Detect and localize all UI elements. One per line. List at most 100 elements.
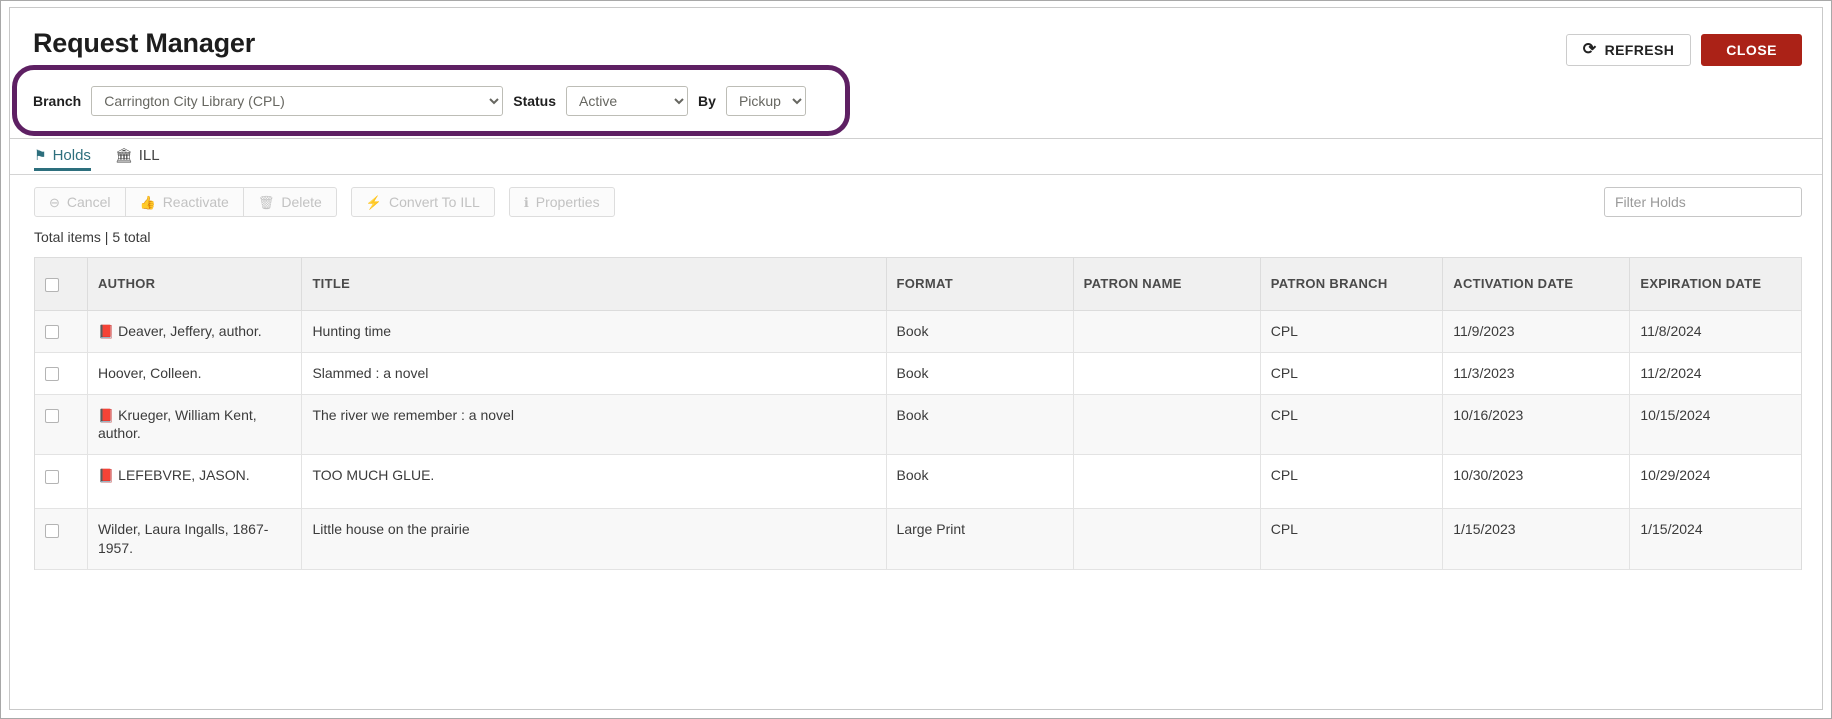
tab-ill[interactable]: 🏛 ILL bbox=[115, 139, 160, 171]
cell-title: Hunting time bbox=[301, 310, 887, 353]
window-content: Request Manager ⟳ REFRESH CLOSE Branch C… bbox=[9, 7, 1823, 710]
row-select-cell bbox=[35, 352, 88, 395]
column-header-expiration-date[interactable]: EXPIRATION DATE bbox=[1629, 258, 1801, 311]
close-button[interactable]: CLOSE bbox=[1701, 34, 1802, 66]
by-label: By bbox=[698, 93, 716, 109]
cell-title: The river we remember : a novel bbox=[301, 394, 887, 456]
cancel-button: ⊖ Cancel bbox=[34, 187, 126, 217]
by-select[interactable]: Pickup bbox=[725, 86, 806, 116]
cell-author-text: Deaver, Jeffery, author. bbox=[118, 322, 262, 339]
select-all-header bbox=[35, 258, 88, 311]
status-label: Status bbox=[513, 93, 557, 109]
cell-patron-branch: CPL bbox=[1260, 310, 1444, 353]
table-row[interactable]: 📕 Deaver, Jeffery, author. Hunting time Boo… bbox=[35, 310, 1801, 353]
properties-button: ℹ Properties bbox=[508, 187, 615, 217]
header-actions: ⟳ REFRESH CLOSE bbox=[1565, 34, 1802, 66]
refresh-circular-arrow-icon: ⟳ bbox=[1582, 41, 1597, 58]
toolbar-zone: ⊖ Cancel 👍 Reactivate 🗑 Delete ⚡ Convert To ILL… bbox=[10, 175, 1822, 227]
column-header-author[interactable]: AUTHOR bbox=[87, 258, 303, 311]
row-checkbox[interactable] bbox=[45, 469, 59, 484]
tab-label: ILL bbox=[138, 146, 160, 164]
tab-holds[interactable]: ⚑ Holds bbox=[34, 139, 91, 171]
row-select-cell bbox=[35, 454, 88, 510]
flag-icon: ⚑ bbox=[34, 147, 47, 163]
column-header-patron-branch[interactable]: PATRON BRANCH bbox=[1260, 258, 1444, 311]
toolbar-button-label: Delete bbox=[281, 194, 322, 210]
cell-author: Wilder, Laura Ingalls, 1867-1957. bbox=[87, 508, 303, 571]
cell-patron-name bbox=[1073, 508, 1261, 571]
column-header-title[interactable]: TITLE bbox=[301, 258, 887, 311]
trash-icon: 🗑 bbox=[257, 194, 275, 210]
cell-author: 📕 LEFEBVRE, JASON. bbox=[87, 454, 303, 510]
book-icon: 📕 bbox=[97, 468, 115, 484]
cell-format: Book bbox=[886, 454, 1074, 510]
filter-bar: Branch Carrington City Library (CPL) Sta… bbox=[33, 86, 806, 116]
tab-label: Holds bbox=[52, 146, 91, 164]
cell-activation-date: 10/30/2023 bbox=[1442, 454, 1631, 510]
cell-patron-branch: CPL bbox=[1260, 394, 1444, 456]
cell-activation-date: 10/16/2023 bbox=[1442, 394, 1631, 456]
toolbar-button-label: Convert To ILL bbox=[389, 194, 480, 210]
toolbar-button-label: Properties bbox=[535, 194, 600, 210]
cell-activation-date: 1/15/2023 bbox=[1442, 508, 1631, 571]
row-select-cell bbox=[35, 508, 88, 571]
table-row[interactable]: Wilder, Laura Ingalls, 1867-1957. Little … bbox=[35, 508, 1801, 571]
table-header-row: AUTHOR TITLE FORMAT PATRON NAME PATRON BRANC… bbox=[35, 258, 1801, 311]
table-row[interactable]: 📕 LEFEBVRE, JASON. TOO MUCH GLUE. Book CPL 10… bbox=[35, 454, 1801, 510]
cell-expiration-date: 11/2/2024 bbox=[1629, 352, 1801, 395]
book-icon: 📕 bbox=[97, 407, 115, 423]
info-circle-icon: ℹ bbox=[523, 194, 529, 210]
refresh-button[interactable]: ⟳ REFRESH bbox=[1565, 34, 1692, 66]
cell-format: Book bbox=[886, 394, 1074, 456]
column-header-activation-date[interactable]: ACTIVATION DATE bbox=[1442, 258, 1631, 311]
filter-holds-input[interactable] bbox=[1604, 187, 1802, 217]
cell-format: Book bbox=[886, 352, 1074, 395]
cell-author: 📕 Krueger, William Kent, author. bbox=[87, 394, 303, 456]
tabs-zone: ⚑ Holds 🏛 ILL bbox=[10, 139, 1822, 175]
cell-format: Book bbox=[886, 310, 1074, 353]
cell-expiration-date: 10/15/2024 bbox=[1629, 394, 1801, 456]
reactivate-button: 👍 Reactivate bbox=[125, 187, 244, 217]
row-checkbox[interactable] bbox=[45, 324, 59, 339]
cell-patron-name bbox=[1073, 352, 1261, 395]
column-header-format[interactable]: FORMAT bbox=[886, 258, 1074, 311]
book-icon: 📕 bbox=[97, 323, 115, 339]
cell-patron-branch: CPL bbox=[1260, 454, 1444, 510]
holds-table: AUTHOR TITLE FORMAT PATRON NAME PATRON BRANC… bbox=[35, 258, 1801, 571]
holds-table-container: AUTHOR TITLE FORMAT PATRON NAME PATRON BRANC… bbox=[34, 257, 1802, 571]
tab-list: ⚑ Holds 🏛 ILL bbox=[34, 139, 1822, 175]
cell-patron-name bbox=[1073, 394, 1261, 456]
cell-activation-date: 11/9/2023 bbox=[1442, 310, 1631, 353]
column-header-patron-name[interactable]: PATRON NAME bbox=[1073, 258, 1261, 311]
toolbar-button-label: Reactivate bbox=[162, 194, 229, 210]
cell-expiration-date: 1/15/2024 bbox=[1629, 508, 1801, 571]
close-button-label: CLOSE bbox=[1726, 42, 1777, 58]
table-row[interactable]: Hoover, Colleen. Slammed : a novel Book CPL… bbox=[35, 352, 1801, 395]
library-building-icon: 🏛 bbox=[114, 147, 133, 163]
lightning-bolt-icon: ⚡ bbox=[365, 194, 383, 210]
filter-bar-zone: Branch Carrington City Library (CPL) Sta… bbox=[10, 65, 1822, 139]
row-select-cell bbox=[35, 394, 88, 456]
status-select[interactable]: Active bbox=[566, 86, 689, 116]
toolbar-button-group: ⊖ Cancel 👍 Reactivate 🗑 Delete bbox=[34, 187, 337, 217]
branch-select[interactable]: Carrington City Library (CPL) bbox=[91, 86, 504, 116]
convert-to-ill-button: ⚡ Convert To ILL bbox=[350, 187, 495, 217]
total-items-label: Total items | 5 total bbox=[34, 229, 151, 245]
cell-author-text: LEFEBVRE, JASON. bbox=[118, 467, 250, 484]
cell-expiration-date: 10/29/2024 bbox=[1629, 454, 1801, 510]
row-select-cell bbox=[35, 310, 88, 353]
table-body: 📕 Deaver, Jeffery, author. Hunting time Boo… bbox=[35, 310, 1801, 571]
refresh-button-label: REFRESH bbox=[1604, 42, 1675, 58]
row-checkbox[interactable] bbox=[45, 408, 59, 423]
cell-patron-name bbox=[1073, 310, 1261, 353]
row-checkbox[interactable] bbox=[45, 366, 59, 381]
cell-title: Slammed : a novel bbox=[301, 352, 887, 395]
cell-patron-branch: CPL bbox=[1260, 352, 1444, 395]
cell-activation-date: 11/3/2023 bbox=[1442, 352, 1631, 395]
select-all-checkbox[interactable] bbox=[45, 277, 59, 292]
row-checkbox[interactable] bbox=[45, 523, 59, 538]
branch-label: Branch bbox=[33, 93, 82, 109]
page-title: Request Manager bbox=[33, 28, 256, 58]
table-row[interactable]: 📕 Krueger, William Kent, author. The river… bbox=[35, 394, 1801, 456]
cell-patron-name bbox=[1073, 454, 1261, 510]
